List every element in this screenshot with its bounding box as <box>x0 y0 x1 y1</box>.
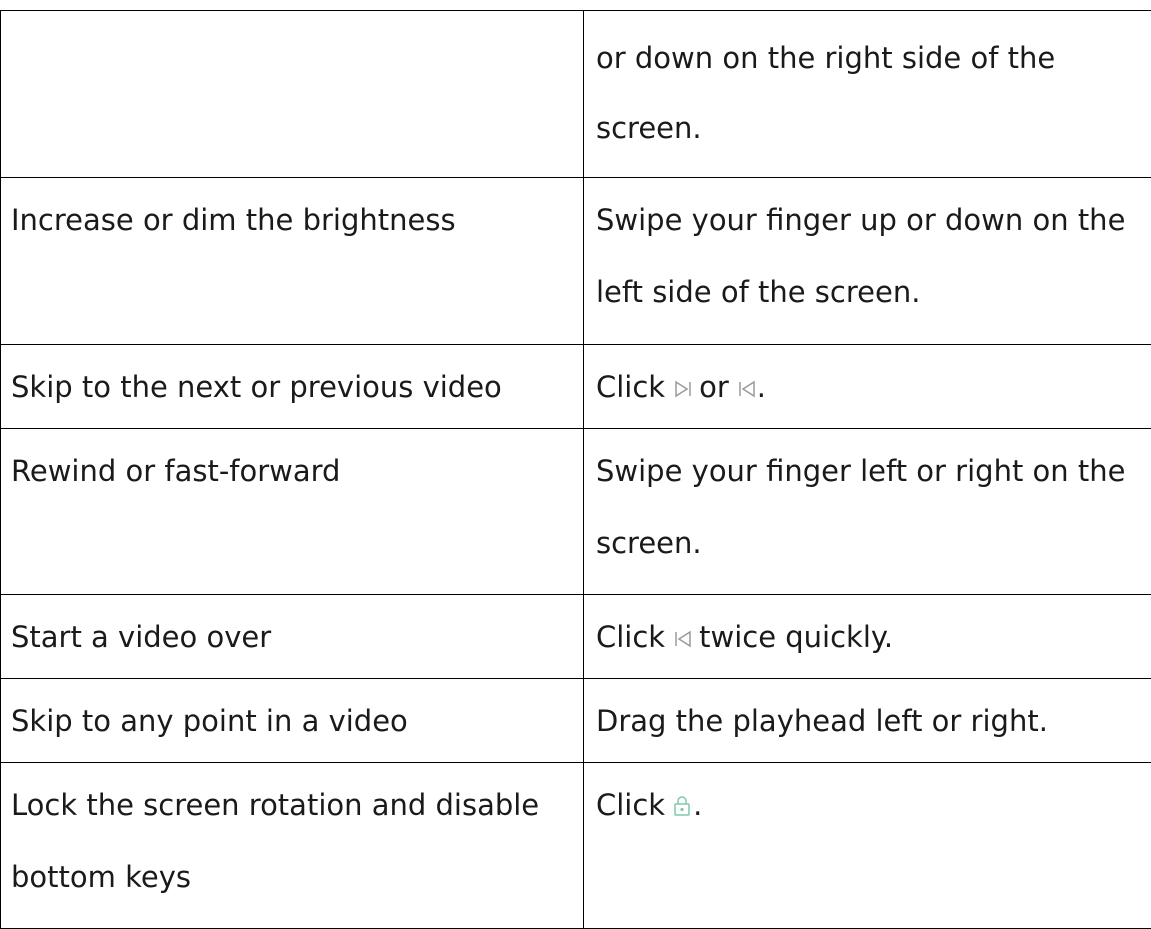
method-middle: or <box>699 370 729 404</box>
action-text: Start a video over <box>11 605 583 669</box>
action-text: Increase or dim the brightness <box>11 188 583 252</box>
table-row: Skip to any point in a video Drag the pl… <box>1 679 1151 763</box>
method-cell: Clickor. <box>584 345 1151 429</box>
table-row: Lock the screen rotation and disable bot… <box>1 763 1151 929</box>
method-line: screen. <box>596 88 1151 169</box>
method-text: Drag the playhead left or right. <box>596 689 1151 753</box>
action-cell: Skip to any point in a video <box>1 679 584 763</box>
method-cell: Swipe your finger up or down on the left… <box>584 178 1151 345</box>
method-prefix: Click <box>596 788 665 822</box>
action-cell: Start a video over <box>1 595 584 679</box>
method-prefix: Click <box>596 620 665 654</box>
next-video-icon <box>673 379 693 399</box>
action-text: Rewind or fast-forward <box>11 439 583 503</box>
table-row: or down on the right side of the screen. <box>1 11 1151 178</box>
action-text: Skip to any point in a video <box>11 689 583 753</box>
method-line: screen. <box>596 503 1151 584</box>
action-cell: Increase or dim the brightness <box>1 178 584 345</box>
method-line: Swipe your finger up or down on the <box>596 188 1151 252</box>
method-prefix: Click <box>596 370 665 404</box>
method-line: Click. <box>596 773 1151 837</box>
method-cell: Swipe your finger left or right on the s… <box>584 429 1151 595</box>
table-row: Start a video over Click twice quickly. <box>1 595 1151 679</box>
action-cell <box>1 11 584 178</box>
table-row: Increase or dim the brightness Swipe you… <box>1 178 1151 345</box>
table-row: Rewind or fast-forward Swipe your finger… <box>1 429 1151 595</box>
method-cell: Click. <box>584 763 1151 929</box>
method-cell: Drag the playhead left or right. <box>584 679 1151 763</box>
action-text: Skip to the next or previous video <box>11 355 583 419</box>
gesture-instructions-table: or down on the right side of the screen.… <box>0 10 1151 929</box>
method-suffix: . <box>757 370 766 404</box>
action-line: bottom keys <box>11 837 583 918</box>
method-suffix: . <box>693 788 702 822</box>
table-row: Skip to the next or previous video Click… <box>1 345 1151 429</box>
action-cell: Rewind or fast-forward <box>1 429 584 595</box>
method-line: Click twice quickly. <box>596 605 1151 669</box>
action-cell: Skip to the next or previous video <box>1 345 584 429</box>
previous-video-icon <box>737 379 757 399</box>
action-cell: Lock the screen rotation and disable bot… <box>1 763 584 929</box>
action-line: Lock the screen rotation and disable <box>11 773 583 837</box>
method-line: left side of the screen. <box>596 252 1151 333</box>
method-line: Swipe your finger left or right on the <box>596 439 1151 503</box>
method-line: Clickor. <box>596 355 1151 419</box>
method-cell: or down on the right side of the screen. <box>584 11 1151 178</box>
method-line: or down on the right side of the <box>596 29 1151 88</box>
lock-icon <box>673 795 691 817</box>
method-cell: Click twice quickly. <box>584 595 1151 679</box>
method-suffix: twice quickly. <box>699 620 893 654</box>
previous-video-icon <box>673 629 693 649</box>
